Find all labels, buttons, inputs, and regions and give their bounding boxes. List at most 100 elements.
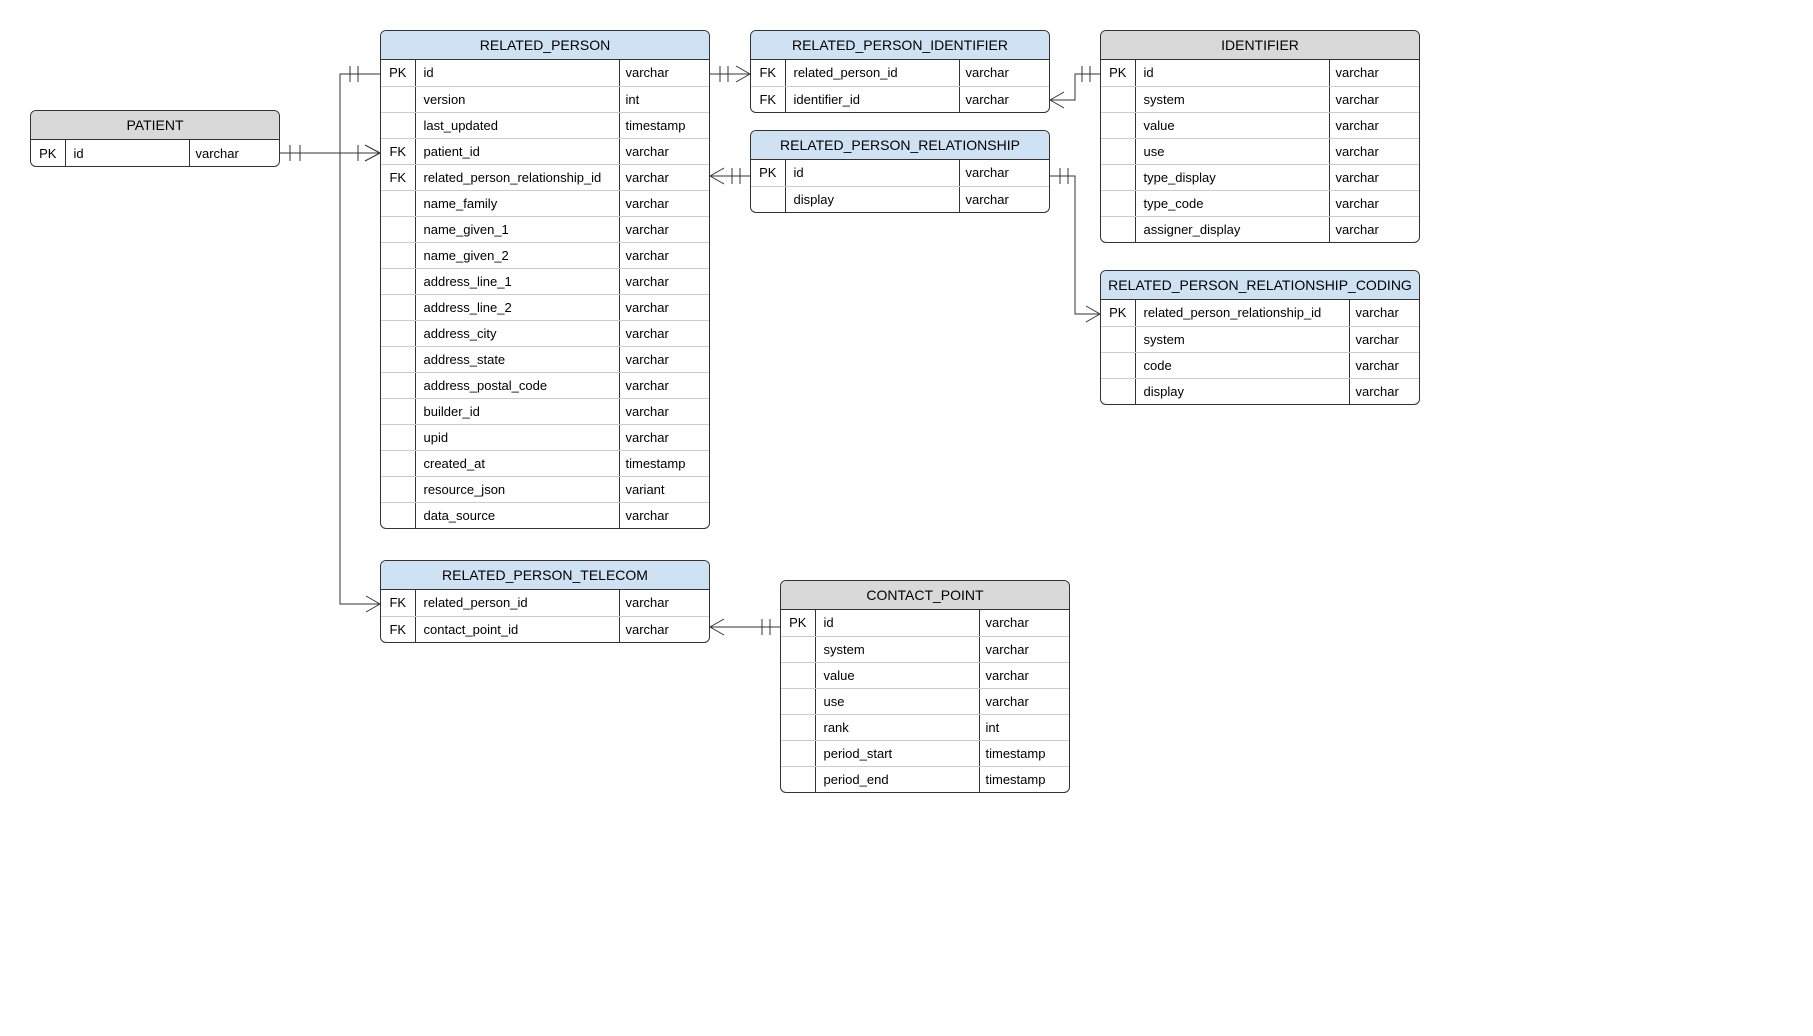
column-type: timestamp	[979, 766, 1069, 792]
column-key	[381, 320, 415, 346]
column-row: FKrelated_person_idvarchar	[381, 590, 709, 616]
column-name: last_updated	[415, 112, 619, 138]
column-type: variant	[619, 476, 709, 502]
column-name: period_start	[815, 740, 979, 766]
column-type: varchar	[1329, 164, 1419, 190]
column-type: varchar	[1329, 216, 1419, 242]
column-name: resource_json	[415, 476, 619, 502]
column-row: last_updatedtimestamp	[381, 112, 709, 138]
column-row: valuevarchar	[1101, 112, 1419, 138]
column-type: varchar	[619, 424, 709, 450]
columns-table: PKidvarchar	[31, 140, 279, 166]
column-row: name_given_2varchar	[381, 242, 709, 268]
column-row: builder_idvarchar	[381, 398, 709, 424]
column-key: FK	[381, 590, 415, 616]
column-name: assigner_display	[1135, 216, 1329, 242]
column-name: identifier_id	[785, 86, 959, 112]
column-key: FK	[751, 86, 785, 112]
column-name: builder_id	[415, 398, 619, 424]
column-key	[781, 766, 815, 792]
column-name: system	[815, 636, 979, 662]
column-key: FK	[381, 138, 415, 164]
column-key	[381, 216, 415, 242]
column-row: PKidvarchar	[1101, 60, 1419, 86]
column-key: FK	[381, 164, 415, 190]
column-type: varchar	[979, 636, 1069, 662]
column-type: varchar	[1329, 60, 1419, 86]
column-type: timestamp	[979, 740, 1069, 766]
column-row: FKrelated_person_relationship_idvarchar	[381, 164, 709, 190]
entity-patient: PATIENTPKidvarchar	[30, 110, 280, 167]
column-name: address_city	[415, 320, 619, 346]
column-row: PKidvarchar	[31, 140, 279, 166]
column-row: address_cityvarchar	[381, 320, 709, 346]
column-type: varchar	[619, 616, 709, 642]
column-key	[1101, 326, 1135, 352]
column-type: varchar	[189, 140, 279, 166]
entity-related-person-telecom: RELATED_PERSON_TELECOMFKrelated_person_i…	[380, 560, 710, 643]
column-name: related_person_id	[785, 60, 959, 86]
column-name: use	[1135, 138, 1329, 164]
column-key	[781, 714, 815, 740]
column-name: id	[785, 160, 959, 186]
column-name: name_given_2	[415, 242, 619, 268]
column-type: varchar	[1329, 190, 1419, 216]
column-key: PK	[751, 160, 785, 186]
column-type: varchar	[1349, 378, 1419, 404]
entity-title: RELATED_PERSON_IDENTIFIER	[751, 31, 1049, 60]
column-type: varchar	[1329, 112, 1419, 138]
column-name: name_given_1	[415, 216, 619, 242]
column-type: varchar	[619, 242, 709, 268]
column-name: address_line_2	[415, 294, 619, 320]
column-name: version	[415, 86, 619, 112]
entity-related-person-relationship: RELATED_PERSON_RELATIONSHIPPKidvarchardi…	[750, 130, 1050, 213]
column-type: varchar	[619, 190, 709, 216]
column-key: PK	[1101, 60, 1135, 86]
column-name: related_person_relationship_id	[1135, 300, 1349, 326]
column-type: varchar	[619, 372, 709, 398]
column-name: display	[1135, 378, 1349, 404]
column-type: varchar	[1349, 326, 1419, 352]
column-key: FK	[751, 60, 785, 86]
column-row: resource_jsonvariant	[381, 476, 709, 502]
column-name: value	[1135, 112, 1329, 138]
column-row: PKidvarchar	[751, 160, 1049, 186]
entity-title: RELATED_PERSON_RELATIONSHIP_CODING	[1101, 271, 1419, 300]
entity-title: PATIENT	[31, 111, 279, 140]
column-row: address_statevarchar	[381, 346, 709, 372]
column-row: FKpatient_idvarchar	[381, 138, 709, 164]
entity-related-person: RELATED_PERSONPKidvarcharversionintlast_…	[380, 30, 710, 529]
column-row: period_starttimestamp	[781, 740, 1069, 766]
column-type: varchar	[619, 398, 709, 424]
column-name: created_at	[415, 450, 619, 476]
column-type: varchar	[1349, 300, 1419, 326]
entity-title: RELATED_PERSON_RELATIONSHIP	[751, 131, 1049, 160]
column-key	[381, 268, 415, 294]
column-row: systemvarchar	[1101, 86, 1419, 112]
entity-identifier: IDENTIFIERPKidvarcharsystemvarcharvaluev…	[1100, 30, 1420, 243]
columns-table: PKidvarchardisplayvarchar	[751, 160, 1049, 212]
entity-title: CONTACT_POINT	[781, 581, 1069, 610]
column-row: codevarchar	[1101, 352, 1419, 378]
column-name: use	[815, 688, 979, 714]
column-type: varchar	[959, 186, 1049, 212]
column-type: varchar	[959, 160, 1049, 186]
column-name: id	[815, 610, 979, 636]
column-name: address_postal_code	[415, 372, 619, 398]
column-name: data_source	[415, 502, 619, 528]
column-type: varchar	[1329, 138, 1419, 164]
column-type: timestamp	[619, 450, 709, 476]
column-row: PKidvarchar	[381, 60, 709, 86]
column-type: int	[979, 714, 1069, 740]
column-key	[1101, 86, 1135, 112]
column-row: PKrelated_person_relationship_idvarchar	[1101, 300, 1419, 326]
column-type: varchar	[619, 502, 709, 528]
column-key	[381, 242, 415, 268]
columns-table: FKrelated_person_idvarcharFKidentifier_i…	[751, 60, 1049, 112]
column-type: varchar	[619, 590, 709, 616]
column-type: varchar	[1329, 86, 1419, 112]
column-name: address_state	[415, 346, 619, 372]
column-key: PK	[1101, 300, 1135, 326]
column-name: related_person_id	[415, 590, 619, 616]
column-name: type_code	[1135, 190, 1329, 216]
